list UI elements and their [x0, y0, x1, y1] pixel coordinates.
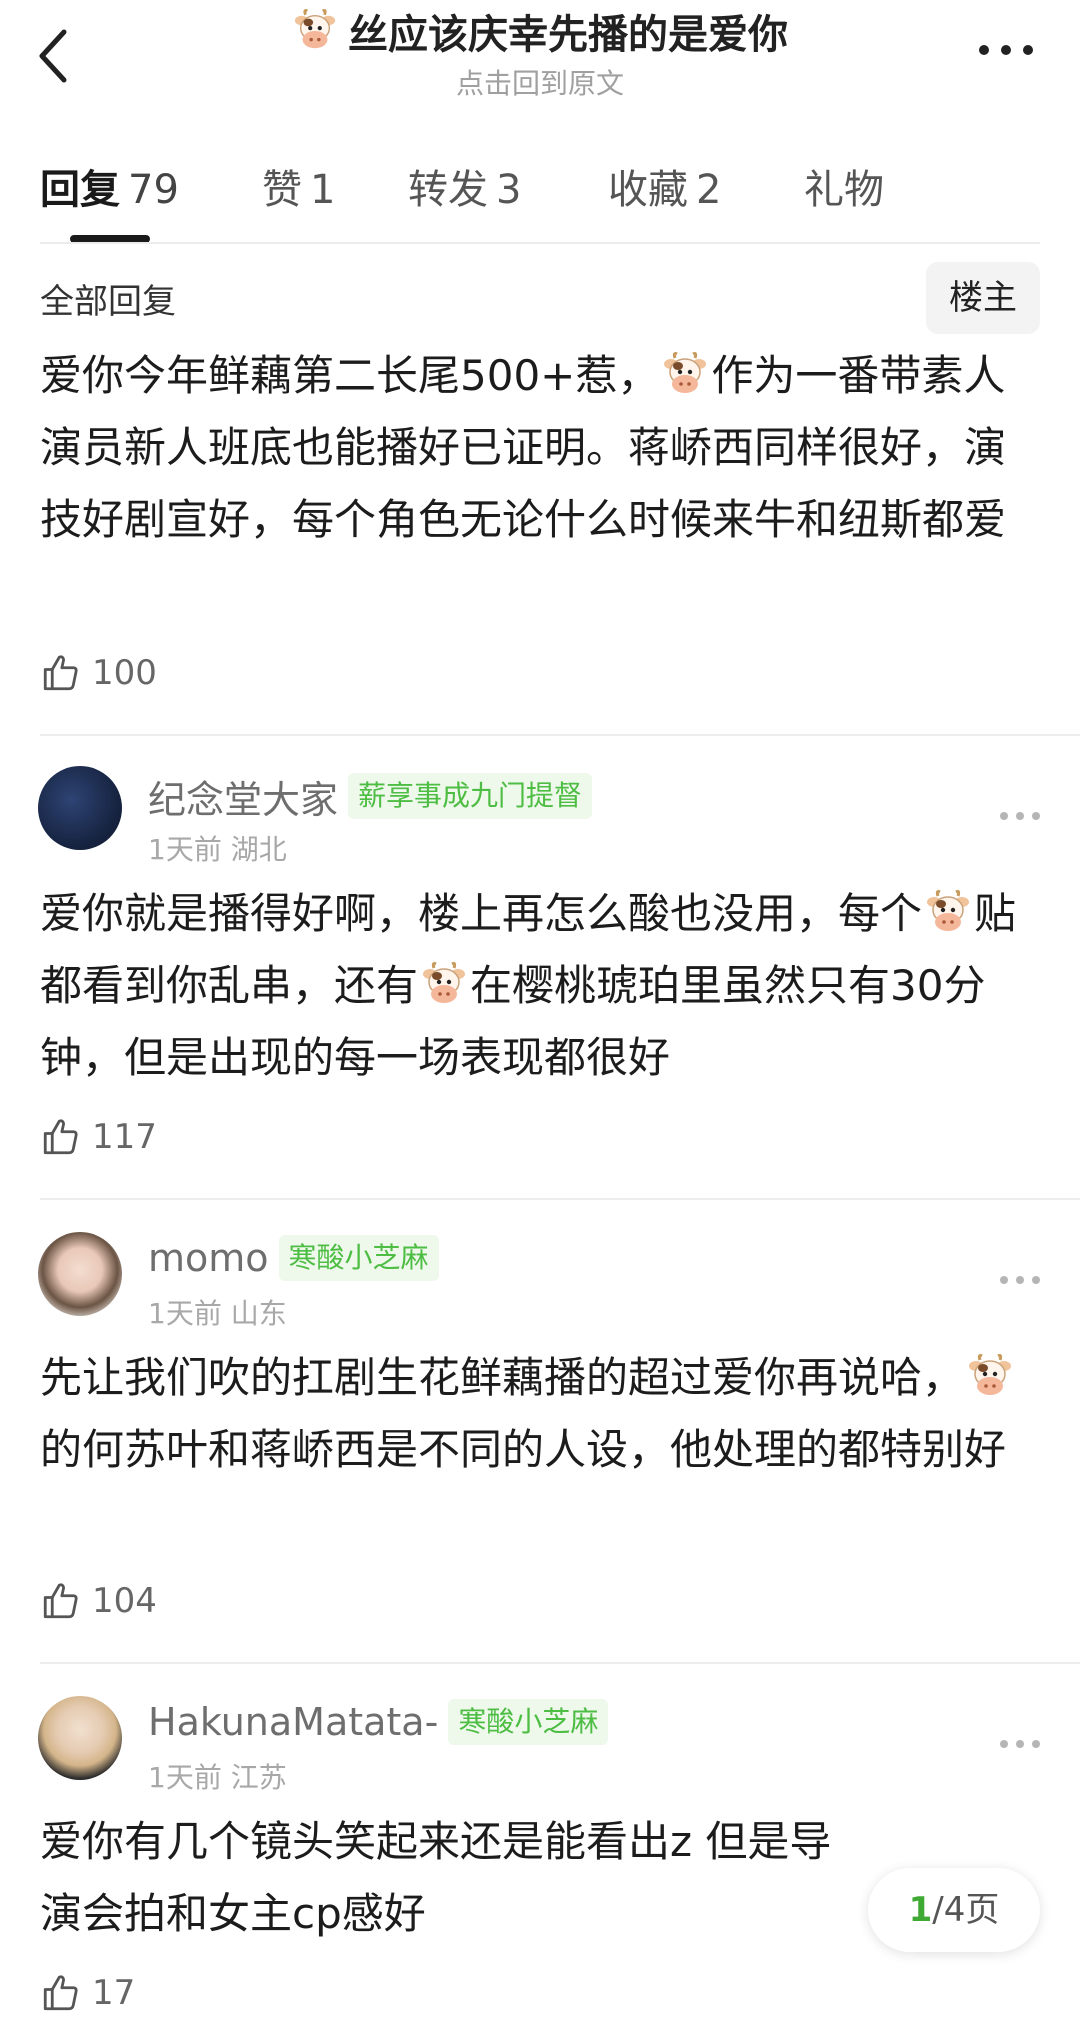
reply-author[interactable]: 纪念堂大家 薪享事成九门提督	[148, 768, 593, 824]
tab-label: 礼物	[804, 167, 884, 213]
tab-label: 收藏	[608, 167, 688, 213]
reply-text: 爱你今年鲜藕第二长尾500+惹， 作为一番带素人演员新人班底也能播好已证明。蒋峤西…	[40, 340, 1040, 556]
cow-emoji-icon	[292, 9, 338, 53]
reply-meta: 1天前 山东	[148, 1292, 287, 1332]
reply-text: 爱你就是播得好啊，楼上再怎么酸也没用，每个 贴都看到你乱串，还有 在樱桃琥珀里虽然只…	[40, 878, 1040, 1094]
cow-emoji-icon	[661, 352, 709, 398]
cow-emoji-icon	[420, 962, 468, 1008]
page-indicator-button[interactable]: 1/4页	[868, 1868, 1040, 1952]
thumbs-up-icon	[40, 652, 82, 694]
reply-text: 爱你有几个镜头笑起来还是能看出z 但是导演会拍和女主cp感好	[40, 1806, 860, 1950]
divider	[40, 242, 1040, 244]
more-options-icon[interactable]	[998, 1736, 1042, 1752]
fan-badge: 寒酸小芝麻	[448, 1699, 609, 1745]
reply-text-part: 爱你今年鲜藕第二长尾500+惹，	[40, 351, 660, 400]
reply-text-part: 先让我们吹的扛剧生花鲜藕播的超过爱你再说哈，	[40, 1353, 965, 1402]
reply-time: 1天前	[148, 1761, 222, 1794]
cow-emoji-icon	[924, 890, 972, 936]
tab-count: 3	[496, 167, 522, 213]
author-name: HakunaMatata-	[148, 1700, 439, 1744]
tab-count: 2	[696, 167, 722, 213]
tab-replies[interactable]: 回复 79	[40, 160, 179, 220]
tab-bar: 回复 79 赞1 转发 3 收藏 2 礼物	[40, 160, 1040, 240]
total-pages: /4页	[932, 1890, 1000, 1930]
more-options-icon[interactable]	[976, 34, 1036, 66]
cow-emoji-icon	[966, 1354, 1014, 1400]
thumbs-up-icon	[40, 1116, 82, 1158]
like-count: 104	[92, 1581, 157, 1621]
back-arrow-icon[interactable]	[28, 18, 88, 88]
tab-count: 79	[128, 167, 179, 213]
tab-favorites[interactable]: 收藏 2	[608, 160, 721, 220]
like-count: 117	[92, 1117, 157, 1157]
tab-gifts[interactable]: 礼物	[804, 160, 884, 220]
like-button[interactable]: 117	[40, 1112, 157, 1162]
tab-reposts[interactable]: 转发 3	[408, 160, 521, 220]
reply-text-part: 的何苏叶和蒋峤西是不同的人设，他处理的都特别好	[40, 1425, 1007, 1474]
thumbs-up-icon	[40, 1972, 82, 2014]
title-block[interactable]: 丝应该庆幸先播的是爱你 点击回到原文	[180, 0, 900, 102]
tab-likes[interactable]: 赞1	[262, 160, 335, 220]
thumbs-up-icon	[40, 1580, 82, 1622]
reply-location: 湖北	[230, 833, 287, 866]
post-title[interactable]: 丝应该庆幸先播的是爱你	[180, 4, 900, 58]
author-name: 纪念堂大家	[148, 777, 339, 822]
reply-text: 先让我们吹的扛剧生花鲜藕播的超过爱你再说哈， 的何苏叶和蒋峤西是不同的人设，他处理…	[40, 1342, 1040, 1486]
reply-location: 江苏	[230, 1761, 287, 1794]
divider	[40, 734, 1080, 736]
back-to-original-link[interactable]: 点击回到原文	[180, 62, 900, 102]
tab-label: 赞	[262, 167, 302, 213]
post-title-text: 丝应该庆幸先播的是爱你	[348, 12, 788, 58]
reply-location: 山东	[230, 1297, 287, 1330]
like-count: 17	[92, 1973, 136, 2013]
tab-count: 1	[310, 167, 336, 213]
fan-badge: 寒酸小芝麻	[278, 1235, 439, 1281]
reply-time: 1天前	[148, 833, 222, 866]
like-count: 100	[92, 653, 157, 693]
like-button[interactable]: 17	[40, 1968, 135, 2018]
like-button[interactable]: 104	[40, 1576, 157, 1626]
reply-text-part: 爱你有几个镜头笑起来还是能看出z 但是导演会拍和女主cp感好	[40, 1817, 832, 1938]
reply-author[interactable]: momo 寒酸小芝麻	[148, 1230, 439, 1286]
reply-time: 1天前	[148, 1297, 222, 1330]
fan-badge: 薪享事成九门提督	[348, 773, 593, 819]
divider	[40, 1662, 1080, 1664]
all-replies-label: 全部回复	[40, 282, 176, 322]
reply-text-part: 爱你就是播得好啊，楼上再怎么酸也没用，每个	[40, 889, 923, 938]
avatar[interactable]	[38, 1696, 122, 1780]
reply-meta: 1天前 湖北	[148, 828, 287, 868]
more-options-icon[interactable]	[998, 1272, 1042, 1288]
divider	[40, 1198, 1080, 1200]
author-name: momo	[148, 1236, 269, 1280]
reply-meta: 1天前 江苏	[148, 1756, 287, 1796]
top-bar: 丝应该庆幸先播的是爱你 点击回到原文	[0, 0, 1080, 120]
tab-label: 转发	[408, 167, 488, 213]
reply-author[interactable]: HakunaMatata- 寒酸小芝麻	[148, 1694, 609, 1750]
tab-label: 回复	[40, 167, 120, 213]
owner-only-button[interactable]: 楼主	[926, 262, 1040, 334]
avatar[interactable]	[38, 1232, 122, 1316]
current-page: 1	[908, 1890, 933, 1930]
more-options-icon[interactable]	[998, 808, 1042, 824]
avatar[interactable]	[38, 766, 122, 850]
like-button[interactable]: 100	[40, 648, 157, 698]
